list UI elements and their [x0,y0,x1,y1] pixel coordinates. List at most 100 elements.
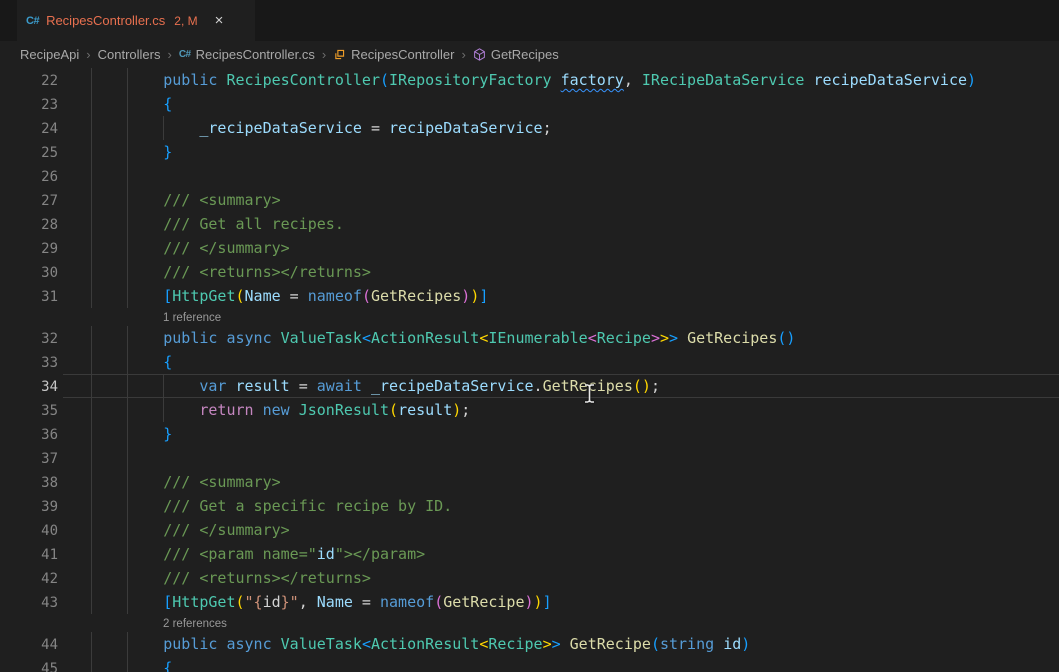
breadcrumb-item-class[interactable]: RecipesController [333,47,454,62]
code-line[interactable]: 34 var result = await _recipeDataService… [0,374,1059,398]
code-line[interactable]: 42 /// <returns></returns> [0,566,1059,590]
code-line[interactable]: 28 /// Get all recipes. [0,212,1059,236]
line-number[interactable]: 36 [0,423,58,447]
code-line[interactable]: 37 [0,446,1059,470]
line-number[interactable]: 38 [0,471,58,495]
method-icon [473,48,486,61]
chevron-right-icon: › [322,47,326,62]
code-text: { [91,353,172,371]
code-text: /// <summary> [91,473,281,491]
breadcrumb-label: RecipesController.cs [196,47,315,62]
close-icon[interactable]: × [215,13,224,28]
breadcrumb-label: Controllers [98,47,161,62]
breadcrumb-item-recipeapi[interactable]: RecipeApi [20,47,79,62]
code-text: var result = await _recipeDataService.Ge… [91,377,660,395]
code-line[interactable]: 44 public async ValueTask<ActionResult<R… [0,632,1059,656]
code-line[interactable]: 41 /// <param name="id"></param> [0,542,1059,566]
line-number[interactable]: 30 [0,261,58,285]
breadcrumb-label: RecipeApi [20,47,79,62]
code-text: /// </summary> [91,521,290,539]
code-line[interactable]: 43 [HttpGet("{id}", Name = nameof(GetRec… [0,590,1059,614]
code-line[interactable]: 40 /// </summary> [0,518,1059,542]
line-number[interactable]: 43 [0,591,58,615]
line-number[interactable]: 35 [0,399,58,423]
codelens-row: 2 references [0,614,1059,632]
code-text: /// <summary> [91,191,281,209]
code-line[interactable]: 38 /// <summary> [0,470,1059,494]
code-line[interactable]: 22 public RecipesController(IRepositoryF… [0,68,1059,92]
line-number[interactable]: 33 [0,351,58,375]
line-number[interactable]: 34 [0,375,58,399]
breadcrumb-item-file[interactable]: C# RecipesController.cs [179,47,315,62]
code-text: /// </summary> [91,239,290,257]
code-area: 22 public RecipesController(IRepositoryF… [0,68,1059,672]
code-text: /// Get a specific recipe by ID. [91,497,452,515]
line-number[interactable]: 45 [0,657,58,672]
code-line[interactable]: 24 _recipeDataService = recipeDataServic… [0,116,1059,140]
class-icon [333,48,346,61]
codelens-row: 1 reference [0,308,1059,326]
line-number[interactable]: 23 [0,93,58,117]
code-text: [HttpGet("{id}", Name = nameof(GetRecipe… [91,593,552,611]
indent-guide [91,446,92,470]
line-number[interactable]: 26 [0,165,58,189]
breadcrumb-label: GetRecipes [491,47,559,62]
code-text: /// <returns></returns> [91,263,371,281]
code-line[interactable]: 35 return new JsonResult(result); [0,398,1059,422]
code-editor[interactable]: 22 public RecipesController(IRepositoryF… [0,68,1059,672]
code-text: _recipeDataService = recipeDataService; [91,119,552,137]
line-number[interactable]: 32 [0,327,58,351]
code-text: { [91,659,172,672]
breadcrumb-item-controllers[interactable]: Controllers [98,47,161,62]
code-text: /// <param name="id"></param> [91,545,425,563]
code-line[interactable]: 25 } [0,140,1059,164]
line-number[interactable]: 40 [0,519,58,543]
code-line[interactable]: 33 { [0,350,1059,374]
breadcrumb-item-method[interactable]: GetRecipes [473,47,559,62]
code-line[interactable]: 23 { [0,92,1059,116]
code-text: /// Get all recipes. [91,215,344,233]
line-number[interactable]: 24 [0,117,58,141]
line-number[interactable]: 22 [0,69,58,93]
breadcrumb: RecipeApi › Controllers › C# RecipesCont… [0,41,1059,68]
chevron-right-icon: › [86,47,90,62]
code-text: public async ValueTask<ActionResult<Reci… [91,635,750,653]
code-line[interactable]: 31 [HttpGet(Name = nameof(GetRecipes))] [0,284,1059,308]
code-line[interactable]: 36 } [0,422,1059,446]
indent-guide [127,446,128,470]
code-line[interactable]: 30 /// <returns></returns> [0,260,1059,284]
code-line[interactable]: 26 [0,164,1059,188]
vscode-window: C# RecipesController.cs 2, M × RecipeApi… [0,0,1059,672]
line-number[interactable]: 29 [0,237,58,261]
chevron-right-icon: › [167,47,171,62]
line-number[interactable]: 25 [0,141,58,165]
codelens-references[interactable]: 1 reference [163,312,221,324]
code-line[interactable]: 29 /// </summary> [0,236,1059,260]
tab-problems-modified-badge: 2, M [174,14,197,28]
line-number[interactable]: 44 [0,633,58,657]
indent-guide [127,164,128,188]
breadcrumb-label: RecipesController [351,47,454,62]
line-number[interactable]: 37 [0,447,58,471]
code-line[interactable]: 39 /// Get a specific recipe by ID. [0,494,1059,518]
indent-guide [91,164,92,188]
codelens-references[interactable]: 2 references [163,618,227,630]
tab-bar: C# RecipesController.cs 2, M × [0,0,1059,41]
code-line[interactable]: 32 public async ValueTask<ActionResult<I… [0,326,1059,350]
line-number[interactable]: 41 [0,543,58,567]
tab-title: RecipesController.cs [46,13,165,28]
line-number[interactable]: 42 [0,567,58,591]
tab-recipescontroller[interactable]: C# RecipesController.cs 2, M × [17,0,255,41]
code-line[interactable]: 27 /// <summary> [0,188,1059,212]
line-number[interactable]: 39 [0,495,58,519]
line-number[interactable]: 28 [0,213,58,237]
code-text: } [91,425,172,443]
csharp-file-icon: C# [26,15,39,27]
code-text: return new JsonResult(result); [91,401,470,419]
line-number[interactable]: 27 [0,189,58,213]
line-number[interactable]: 31 [0,285,58,309]
code-text: public async ValueTask<ActionResult<IEnu… [91,329,795,347]
code-line[interactable]: 45 { [0,656,1059,672]
csharp-icon: C# [179,49,191,60]
code-text: public RecipesController(IRepositoryFact… [91,71,976,89]
